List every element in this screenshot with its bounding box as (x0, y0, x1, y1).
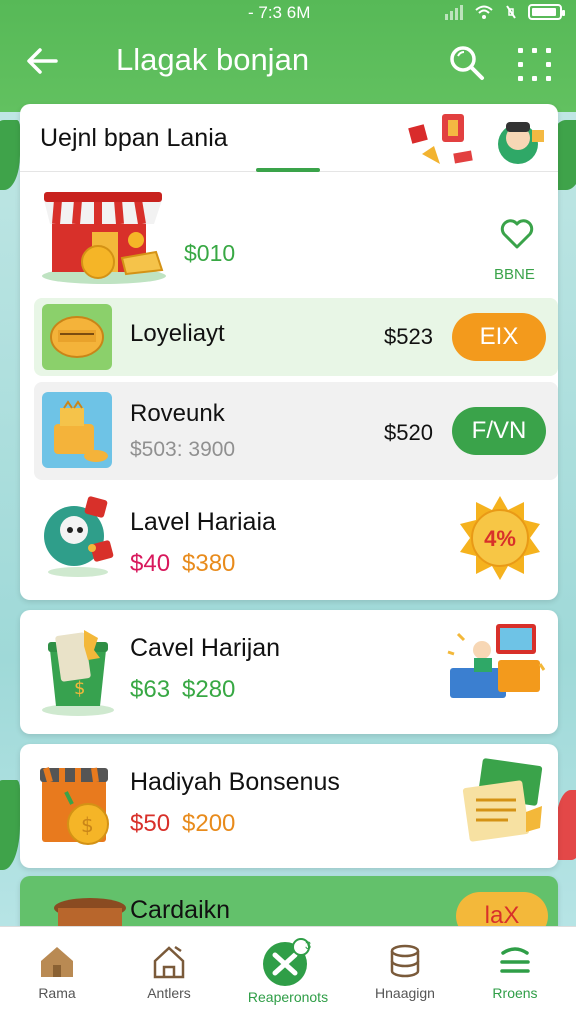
nav-label: Antlers (147, 985, 191, 1001)
nav-label: Rroens (492, 985, 538, 1001)
nav-item-storage[interactable]: Hnaagign (350, 927, 460, 1024)
menu-icon (500, 947, 530, 973)
status-icons (444, 4, 565, 20)
home-icon (41, 947, 73, 977)
status-time: - 7:3 6M (248, 3, 311, 22)
item-name: Roveunk (130, 400, 225, 427)
top-app-bar: - 7:3 6M Llagak bonjan (0, 0, 576, 112)
nav-item-antlers[interactable]: Antlers (114, 927, 224, 1024)
nav-item-rewards[interactable]: 3 Reaperonots (233, 927, 343, 1024)
card-amount-primary: $50 (130, 810, 171, 837)
gift-box-icon (42, 392, 112, 468)
gifts-illustration-icon (408, 114, 544, 164)
favorite-label: BBNE (494, 266, 535, 283)
bottom-navigation: Rama Antlers 3 Reaperonots Hnaagign Rroe… (0, 926, 576, 1024)
section-header: Uejnl bpan Lania (20, 104, 558, 172)
card-name: Hadiyah Bonsenus (130, 768, 340, 796)
item-price: $520 (384, 420, 433, 445)
card-amount-secondary: $280 (182, 676, 236, 703)
mute-icon (506, 5, 516, 19)
nav-item-home[interactable]: Rama (2, 927, 112, 1024)
heart-icon[interactable] (500, 218, 534, 250)
tab-indicator (256, 168, 320, 172)
house-outline-icon (153, 945, 185, 979)
treasure-chest-icon: $ (40, 767, 109, 845)
more-grid-icon[interactable] (514, 44, 554, 84)
search-icon[interactable] (446, 42, 486, 82)
shop-stall-icon (42, 192, 166, 284)
offer-card[interactable]: $ Cavel Harijan $63 $280 (20, 610, 558, 734)
card-name: Cavel Harijan (130, 634, 281, 662)
mascot-icon (44, 496, 114, 577)
discount-badge: 4% (456, 494, 544, 582)
workstation-icon (447, 624, 546, 698)
card-amount-secondary: $200 (182, 810, 236, 837)
wifi-icon (475, 5, 493, 19)
card-amount-primary: $63 (130, 676, 171, 703)
section-title: Uejnl bpan Lania (40, 124, 228, 152)
promo-amount-primary: $40 (130, 550, 171, 577)
database-icon (390, 944, 420, 978)
nav-item-menu[interactable]: Rroens (460, 927, 570, 1024)
nav-label: Rama (38, 985, 76, 1001)
status-bar: - 7:3 6M (0, 2, 576, 24)
nav-label: Hnaagign (375, 985, 435, 1001)
coupon-icon (42, 304, 112, 370)
card-name: Cardaikn (130, 896, 231, 924)
list-item[interactable]: Loyeliayt $523 EΙX (34, 298, 558, 376)
featured-amount: $010 (184, 240, 236, 266)
promo-amount-secondary: $380 (182, 550, 236, 577)
list-item[interactable]: Roveunk $503: 3900 $520 F/VN (34, 382, 558, 480)
item-subtitle: $503: 3900 (130, 438, 236, 461)
svg-text:$: $ (81, 813, 94, 837)
item-name: Loyeliayt (130, 320, 225, 347)
nav-label: Reaperonots (247, 989, 329, 1005)
discount-badge-label: 4% (484, 526, 516, 551)
action-button[interactable]: EΙX (452, 313, 546, 361)
action-button[interactable]: F/VN (452, 407, 546, 455)
page-title: Llagak bonjan (116, 42, 310, 77)
offer-card[interactable]: $ Hadiyah Bonsenus $50 $200 (20, 744, 558, 868)
svg-text:$: $ (74, 678, 85, 699)
signal-icon (445, 5, 463, 20)
back-arrow-icon[interactable] (22, 40, 64, 82)
leaf-decoration (556, 790, 576, 860)
promo-name: Lavel Hariaia (130, 508, 276, 536)
ticket-document-icon (462, 758, 543, 842)
notification-badge: 3 (304, 940, 312, 952)
item-price: $523 (384, 324, 433, 349)
battery-icon (528, 4, 565, 20)
trash-bin-icon: $ (42, 630, 114, 716)
